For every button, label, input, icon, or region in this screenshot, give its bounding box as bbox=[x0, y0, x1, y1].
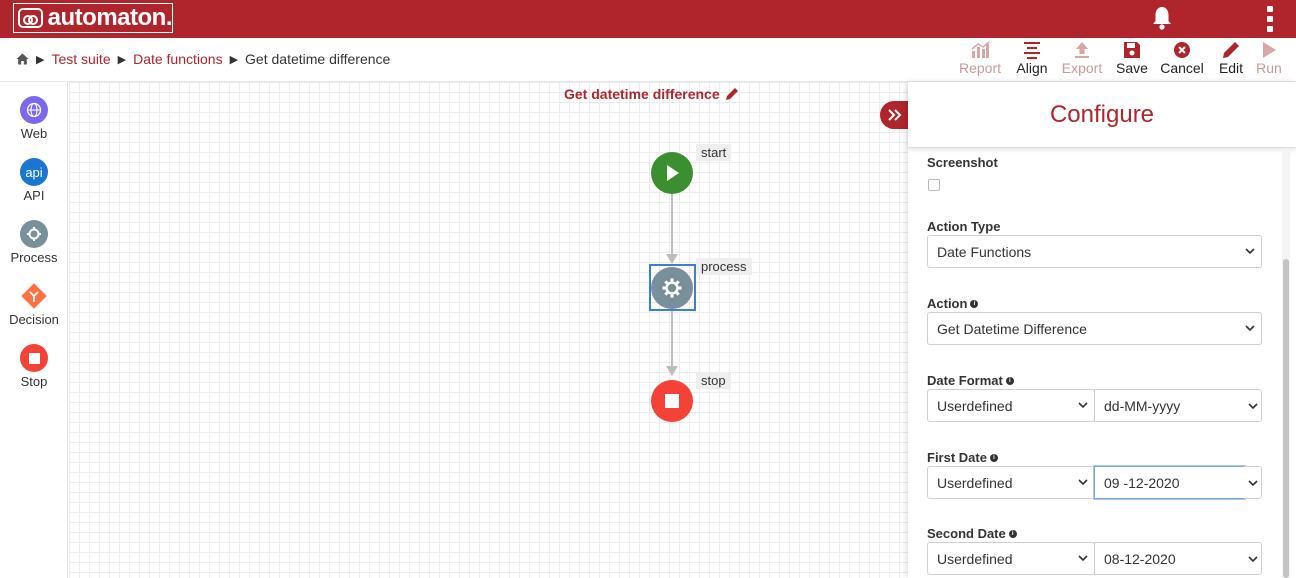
chevron-down-icon bbox=[1245, 248, 1255, 255]
globe-icon bbox=[20, 96, 48, 124]
report-button[interactable]: Report bbox=[950, 38, 1010, 82]
top-bar: automaton. bbox=[0, 0, 1296, 38]
breadcrumb-current: Get datetime difference bbox=[245, 51, 391, 67]
action-select[interactable]: Get Datetime Difference bbox=[927, 312, 1262, 345]
collapse-panel-button[interactable] bbox=[880, 101, 910, 129]
pencil-icon bbox=[1223, 42, 1239, 58]
double-chevron-right-icon bbox=[888, 109, 902, 121]
api-icon: api bbox=[20, 158, 48, 186]
more-menu-icon[interactable] bbox=[1262, 5, 1278, 33]
flow-title[interactable]: Get datetime difference bbox=[564, 86, 739, 102]
logo[interactable]: automaton. bbox=[13, 3, 173, 33]
align-center-icon bbox=[1024, 42, 1040, 59]
second-date-type-select[interactable]: Userdefined bbox=[927, 542, 1095, 575]
connector-start-process bbox=[671, 194, 673, 256]
flow-canvas[interactable]: Get datetime difference start process st… bbox=[69, 82, 908, 578]
configure-title: Configure bbox=[908, 82, 1296, 148]
palette-process[interactable]: Process bbox=[0, 220, 68, 265]
info-icon[interactable]: i bbox=[970, 299, 979, 308]
chevron-down-icon bbox=[1247, 402, 1258, 409]
decision-icon bbox=[20, 282, 48, 310]
configure-form: Screenshot Action Type Date Functions Ac… bbox=[908, 149, 1284, 578]
play-icon bbox=[667, 165, 679, 181]
palette-stop[interactable]: Stop bbox=[0, 344, 68, 389]
palette-decision[interactable]: Decision bbox=[0, 282, 68, 327]
logo-text: automaton. bbox=[47, 4, 173, 31]
arrow-icon bbox=[666, 366, 678, 376]
gear-icon bbox=[20, 220, 48, 248]
save-button[interactable]: Save bbox=[1110, 38, 1154, 82]
breadcrumb: ▶ Test suite ▶ Date functions ▶ Get date… bbox=[16, 51, 390, 67]
first-date-value-input[interactable]: 09 -12-2020 bbox=[1094, 466, 1245, 499]
first-date-type-select[interactable]: Userdefined bbox=[927, 466, 1095, 499]
process-node-label: process bbox=[696, 258, 752, 275]
cancel-circle-icon bbox=[1174, 42, 1190, 58]
breadcrumb-separator-icon: ▶ bbox=[36, 53, 45, 66]
pencil-icon[interactable] bbox=[725, 87, 739, 101]
node-palette: Web api API Process Decision Stop bbox=[0, 82, 68, 578]
screenshot-checkbox[interactable] bbox=[928, 179, 940, 191]
palette-web[interactable]: Web bbox=[0, 96, 68, 141]
run-button[interactable]: Run bbox=[1252, 38, 1286, 82]
second-date-value-input[interactable]: 08-12-2020 bbox=[1094, 542, 1245, 575]
configure-scrollbar[interactable] bbox=[1282, 149, 1290, 578]
save-icon bbox=[1124, 42, 1140, 58]
process-node[interactable] bbox=[651, 267, 693, 309]
info-icon[interactable]: i bbox=[1005, 376, 1014, 385]
info-icon[interactable]: i bbox=[989, 453, 998, 462]
breadcrumb-test-suite[interactable]: Test suite bbox=[51, 51, 110, 67]
stop-icon bbox=[665, 394, 679, 408]
second-date-label: Second Date i bbox=[927, 526, 1017, 541]
home-icon[interactable] bbox=[16, 53, 29, 65]
first-date-label: First Date i bbox=[927, 450, 998, 465]
chevron-down-icon bbox=[1078, 402, 1088, 409]
stop-node-label: stop bbox=[696, 372, 731, 389]
first-date-dropdown-button[interactable] bbox=[1244, 466, 1262, 499]
screenshot-label: Screenshot bbox=[927, 155, 998, 170]
align-button[interactable]: Align bbox=[1010, 38, 1054, 82]
stop-icon bbox=[20, 344, 48, 372]
chevron-down-icon bbox=[1245, 325, 1255, 332]
start-node-label: start bbox=[696, 144, 732, 161]
play-icon bbox=[1263, 42, 1276, 58]
chart-icon bbox=[971, 41, 990, 58]
bell-icon[interactable] bbox=[1150, 5, 1174, 31]
connector-process-stop bbox=[671, 310, 673, 368]
second-date-dropdown-button[interactable] bbox=[1244, 542, 1262, 575]
info-icon[interactable]: i bbox=[1008, 529, 1017, 538]
date-format-dropdown-button[interactable] bbox=[1244, 389, 1262, 422]
date-format-type-select[interactable]: Userdefined bbox=[927, 389, 1095, 422]
edit-button[interactable]: Edit bbox=[1210, 38, 1252, 82]
arrow-icon bbox=[666, 254, 678, 264]
action-type-select[interactable]: Date Functions bbox=[927, 235, 1262, 268]
export-button[interactable]: Export bbox=[1054, 38, 1110, 82]
action-label: Action i bbox=[927, 296, 979, 311]
scrollbar-thumb[interactable] bbox=[1283, 259, 1289, 578]
toolbar: Report Align Export Save Cancel Edit Run bbox=[950, 38, 1286, 82]
stop-node[interactable] bbox=[651, 380, 693, 422]
date-format-value-input[interactable]: dd-MM-yyyy bbox=[1094, 389, 1245, 422]
gear-icon bbox=[662, 278, 682, 298]
breadcrumb-date-functions[interactable]: Date functions bbox=[133, 51, 223, 67]
start-node[interactable] bbox=[651, 152, 693, 194]
logo-robot-icon bbox=[18, 8, 43, 28]
breadcrumb-bar: ▶ Test suite ▶ Date functions ▶ Get date… bbox=[0, 38, 1296, 82]
breadcrumb-separator-icon: ▶ bbox=[117, 53, 127, 66]
breadcrumb-separator-icon: ▶ bbox=[229, 53, 239, 66]
upload-icon bbox=[1075, 42, 1089, 58]
configure-panel: Configure Screenshot Action Type Date Fu… bbox=[908, 82, 1296, 578]
chevron-down-icon bbox=[1247, 555, 1258, 562]
chevron-down-icon bbox=[1247, 479, 1258, 486]
chevron-down-icon bbox=[1078, 479, 1088, 486]
chevron-down-icon bbox=[1078, 555, 1088, 562]
palette-api[interactable]: api API bbox=[0, 158, 68, 203]
action-type-label: Action Type bbox=[927, 219, 1001, 234]
date-format-label: Date Format i bbox=[927, 373, 1014, 388]
cancel-button[interactable]: Cancel bbox=[1154, 38, 1210, 82]
